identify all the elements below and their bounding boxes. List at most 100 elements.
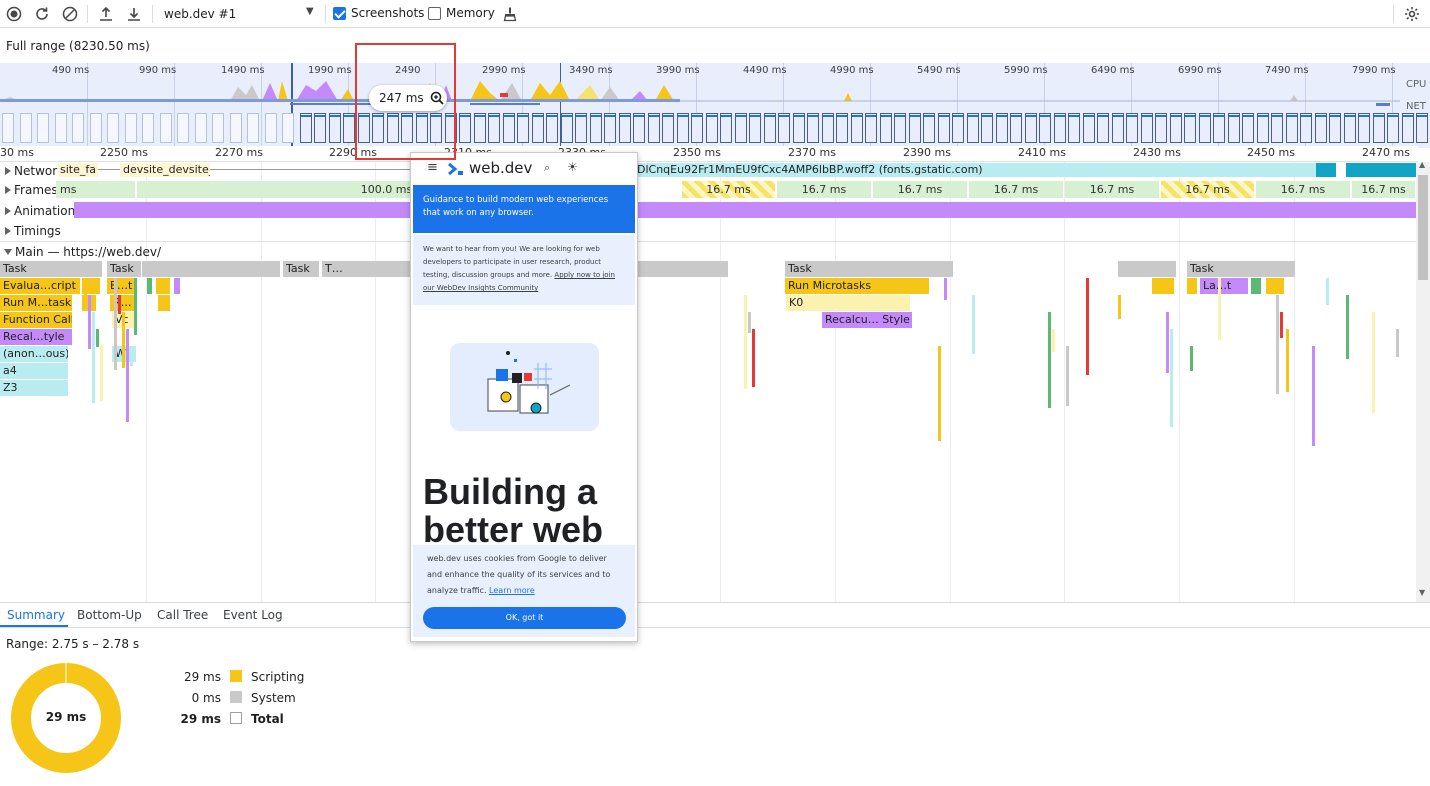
memory-checkbox[interactable] bbox=[428, 7, 441, 20]
frame-block[interactable]: 16.7 ms bbox=[1065, 181, 1160, 198]
screenshot-thumbnail[interactable] bbox=[1082, 113, 1095, 143]
screenshot-thumbnail[interactable] bbox=[633, 113, 645, 143]
function-event[interactable]: Z3 bbox=[0, 380, 68, 396]
screenshot-thumbnail[interactable] bbox=[560, 113, 573, 143]
evaluate-script-event[interactable]: Evalua…cript bbox=[0, 278, 80, 294]
event-sliver[interactable] bbox=[118, 295, 121, 314]
screenshot-thumbnail[interactable] bbox=[1242, 113, 1254, 143]
event-sliver[interactable] bbox=[1372, 312, 1375, 413]
timeline-scrollbar-thumb[interactable] bbox=[1418, 175, 1428, 280]
screenshot-thumbnail[interactable] bbox=[807, 113, 819, 143]
screenshot-thumbnail[interactable] bbox=[778, 113, 790, 143]
screenshot-thumbnail[interactable] bbox=[618, 113, 631, 143]
screenshot-thumbnail[interactable] bbox=[952, 113, 964, 143]
event-sliver[interactable] bbox=[96, 329, 99, 347]
screenshot-thumbnail[interactable] bbox=[54, 113, 67, 143]
screenshot-thumbnail[interactable] bbox=[821, 113, 834, 143]
screenshot-thumbnail[interactable] bbox=[981, 113, 993, 143]
run-microtasks-event[interactable]: Run Microtasks bbox=[785, 278, 929, 294]
scroll-up-icon[interactable]: ▲ bbox=[1419, 160, 1425, 169]
screenshot-thumbnail[interactable] bbox=[1329, 113, 1341, 143]
network-request[interactable]: DlCnqEu92Fr1MmEU9fCxc4AMP6lbBP.woff2 (fo… bbox=[634, 163, 1316, 177]
screenshots-checkbox[interactable] bbox=[333, 7, 346, 20]
save-profile-button[interactable] bbox=[124, 4, 144, 24]
event-sliver[interactable] bbox=[744, 295, 747, 389]
screenshot-thumbnail[interactable] bbox=[865, 113, 877, 143]
event-sliver[interactable] bbox=[100, 346, 103, 401]
paint-event[interactable] bbox=[147, 278, 152, 294]
screenshot-thumbnail[interactable] bbox=[1024, 113, 1037, 143]
screenshot-thumbnail[interactable] bbox=[89, 113, 102, 143]
capture-settings-button[interactable] bbox=[1402, 4, 1422, 24]
screenshot-thumbnail[interactable] bbox=[1271, 113, 1283, 143]
selection-zoom-tooltip[interactable]: 247 ms bbox=[369, 85, 447, 111]
screenshot-thumbnail[interactable] bbox=[720, 113, 732, 143]
screenshot-thumbnail[interactable] bbox=[1010, 113, 1022, 143]
event-sliver[interactable] bbox=[752, 329, 755, 387]
task-event[interactable]: Task bbox=[107, 261, 141, 277]
screenshot-thumbnail[interactable] bbox=[299, 113, 312, 143]
main-track-header[interactable]: Main — https://web.dev/ bbox=[0, 241, 161, 262]
screenshot-thumbnail[interactable] bbox=[194, 113, 207, 143]
event-sliver[interactable] bbox=[1280, 312, 1283, 338]
event-sliver[interactable] bbox=[1190, 346, 1193, 371]
screenshot-thumbnail[interactable] bbox=[343, 113, 355, 143]
screenshot-thumbnail[interactable] bbox=[314, 113, 326, 143]
screenshot-thumbnail[interactable] bbox=[1053, 113, 1066, 143]
screenshot-thumbnail[interactable] bbox=[691, 113, 703, 143]
screenshot-thumbnail[interactable] bbox=[142, 113, 154, 143]
screenshot-thumbnail[interactable] bbox=[908, 113, 921, 143]
screenshot-thumbnail[interactable] bbox=[1227, 113, 1240, 143]
task-event[interactable]: Task bbox=[1187, 261, 1295, 277]
event-sliver[interactable] bbox=[1326, 278, 1329, 305]
garbage-collect-button[interactable] bbox=[500, 4, 520, 24]
load-profile-button[interactable] bbox=[96, 4, 116, 24]
screenshot-thumbnail[interactable] bbox=[459, 113, 471, 143]
anonymous-function-event[interactable]: (anon…ous) bbox=[0, 346, 68, 362]
screenshot-thumbnail[interactable] bbox=[37, 113, 49, 143]
event-sliver[interactable] bbox=[92, 312, 95, 403]
screenshot-thumbnail[interactable] bbox=[1039, 113, 1051, 143]
screenshot-thumbnail[interactable] bbox=[1140, 113, 1153, 143]
rendering-event[interactable] bbox=[174, 278, 180, 294]
event-sliver[interactable] bbox=[1276, 295, 1279, 394]
screenshot-thumbnail[interactable] bbox=[676, 113, 689, 143]
screenshot-thumbnail[interactable] bbox=[1387, 113, 1399, 143]
script-event[interactable] bbox=[158, 295, 170, 311]
event-sliver[interactable] bbox=[1118, 295, 1121, 319]
screenshot-thumbnail[interactable] bbox=[937, 113, 950, 143]
screenshot-thumbnail[interactable] bbox=[850, 113, 863, 143]
frames-track-header[interactable]: Frames bbox=[0, 179, 58, 200]
event-sliver[interactable] bbox=[1052, 329, 1055, 352]
frame-block[interactable]: 16.7 ms bbox=[1256, 181, 1351, 198]
screenshot-thumbnail[interactable] bbox=[1358, 113, 1370, 143]
screenshot-thumbnail[interactable] bbox=[923, 113, 935, 143]
screenshot-filmstrip[interactable] bbox=[0, 113, 1430, 145]
event-sliver[interactable] bbox=[1218, 278, 1221, 340]
screenshot-thumbnail[interactable] bbox=[763, 113, 776, 143]
screenshot-thumbnail[interactable] bbox=[1300, 113, 1312, 143]
screenshot-thumbnail[interactable] bbox=[1343, 113, 1356, 143]
clear-button[interactable] bbox=[60, 4, 80, 24]
event-sliver[interactable] bbox=[1166, 312, 1169, 373]
tab-bottom-up[interactable]: Bottom-Up bbox=[77, 608, 142, 622]
frame-block[interactable]: 16.7 ms bbox=[682, 181, 776, 198]
screenshot-thumbnail[interactable] bbox=[836, 113, 848, 143]
screenshot-thumbnail[interactable] bbox=[1126, 113, 1138, 143]
event-sliver[interactable] bbox=[1312, 346, 1315, 446]
function-call-event[interactable]: Function Call bbox=[0, 312, 72, 328]
screenshot-thumbnail[interactable] bbox=[589, 113, 602, 143]
screenshot-thumbnail[interactable] bbox=[1213, 113, 1225, 143]
screenshot-thumbnail[interactable] bbox=[264, 113, 277, 143]
event-sliver[interactable] bbox=[1048, 312, 1051, 408]
event-sliver[interactable] bbox=[126, 329, 129, 422]
screenshot-thumbnail[interactable] bbox=[19, 113, 32, 143]
screenshot-thumbnail[interactable] bbox=[72, 113, 84, 143]
script-event[interactable] bbox=[156, 278, 170, 294]
recalculate-style-event[interactable]: Recalcu… Style bbox=[822, 312, 912, 328]
frame-block[interactable]: ms bbox=[56, 181, 136, 198]
screenshot-thumbnail[interactable] bbox=[604, 113, 616, 143]
layout-event[interactable]: La…t bbox=[1200, 278, 1248, 294]
event-sliver[interactable] bbox=[1346, 295, 1349, 359]
profile-select[interactable]: web.dev #1 ▼ bbox=[158, 4, 320, 24]
